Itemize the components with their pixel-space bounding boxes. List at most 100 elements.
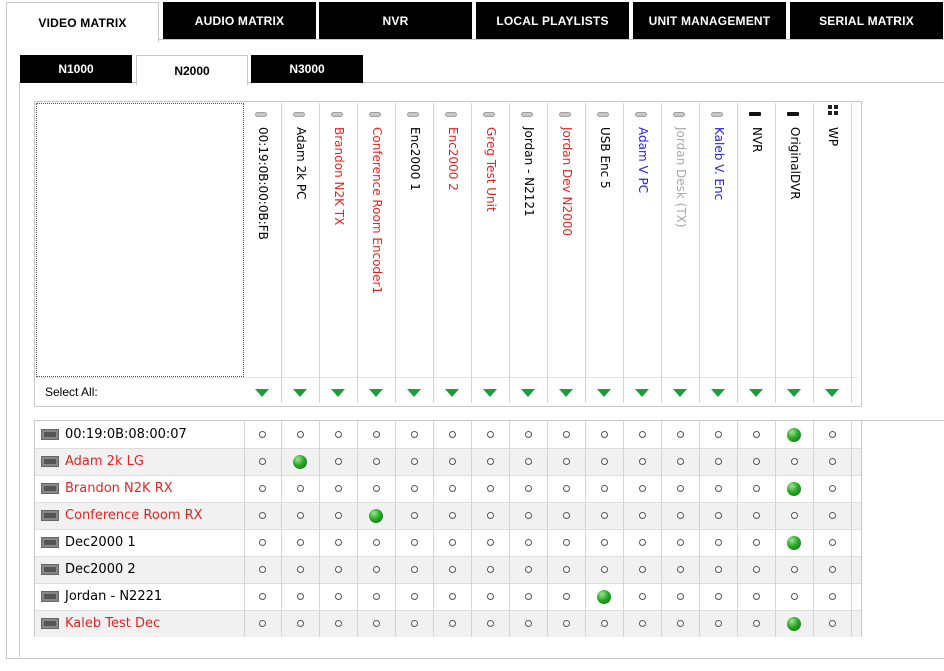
column-label[interactable]: Conference Room Encoder1 xyxy=(369,127,385,294)
matrix-cell[interactable] xyxy=(434,502,472,529)
matrix-cell[interactable] xyxy=(320,475,358,502)
matrix-cell[interactable] xyxy=(738,610,776,637)
matrix-cell[interactable] xyxy=(548,583,586,610)
matrix-cell[interactable] xyxy=(776,583,814,610)
tab-serial-matrix[interactable]: SERIAL MATRIX xyxy=(790,2,943,39)
matrix-cell[interactable] xyxy=(586,610,624,637)
matrix-cell[interactable] xyxy=(662,556,700,583)
matrix-cell[interactable] xyxy=(282,583,320,610)
matrix-cell[interactable] xyxy=(320,448,358,475)
matrix-cell[interactable] xyxy=(700,610,738,637)
tab-nvr[interactable]: NVR xyxy=(319,2,472,39)
column-label[interactable]: NVR xyxy=(749,127,765,153)
matrix-cell[interactable] xyxy=(548,610,586,637)
select-column-arrow-icon[interactable] xyxy=(407,389,421,397)
matrix-cell[interactable] xyxy=(700,502,738,529)
matrix-cell[interactable] xyxy=(358,556,396,583)
matrix-cell[interactable] xyxy=(434,610,472,637)
subtab-n1000[interactable]: N1000 xyxy=(20,55,132,83)
matrix-cell[interactable] xyxy=(738,556,776,583)
matrix-cell[interactable] xyxy=(700,529,738,556)
matrix-cell[interactable] xyxy=(244,502,282,529)
column-label[interactable]: Kaleb V. Enc xyxy=(711,127,727,200)
matrix-cell[interactable] xyxy=(548,475,586,502)
tab-local-playlists[interactable]: LOCAL PLAYLISTS xyxy=(476,2,629,39)
matrix-cell[interactable] xyxy=(662,421,700,448)
subtab-n3000[interactable]: N3000 xyxy=(251,55,363,83)
matrix-cell[interactable] xyxy=(814,421,852,448)
matrix-cell[interactable] xyxy=(358,583,396,610)
row-label[interactable]: Kaleb Test Dec xyxy=(41,610,241,637)
matrix-cell[interactable] xyxy=(624,610,662,637)
matrix-cell[interactable] xyxy=(472,610,510,637)
matrix-cell[interactable] xyxy=(662,475,700,502)
matrix-cell[interactable] xyxy=(320,529,358,556)
matrix-cell[interactable] xyxy=(586,502,624,529)
row-label[interactable]: Jordan - N2221 xyxy=(41,583,241,610)
matrix-cell[interactable] xyxy=(510,448,548,475)
matrix-cell[interactable] xyxy=(662,583,700,610)
matrix-cell[interactable] xyxy=(624,583,662,610)
matrix-cell[interactable] xyxy=(472,529,510,556)
matrix-cell[interactable] xyxy=(814,448,852,475)
column-label[interactable]: USB Enc 5 xyxy=(597,127,613,189)
matrix-cell[interactable] xyxy=(396,502,434,529)
matrix-cell[interactable] xyxy=(586,421,624,448)
matrix-cell[interactable] xyxy=(814,475,852,502)
matrix-cell[interactable] xyxy=(320,583,358,610)
matrix-cell[interactable] xyxy=(738,448,776,475)
column-label[interactable]: Greg Test Unit xyxy=(483,127,499,212)
select-column-arrow-icon[interactable] xyxy=(293,389,307,397)
column-label[interactable]: Enc2000 1 xyxy=(407,127,423,191)
matrix-cell[interactable] xyxy=(320,556,358,583)
matrix-cell[interactable] xyxy=(510,502,548,529)
tab-video-matrix[interactable]: VIDEO MATRIX xyxy=(6,2,159,42)
matrix-cell[interactable] xyxy=(244,529,282,556)
matrix-cell[interactable] xyxy=(358,502,396,529)
column-label[interactable]: Adam 2k PC xyxy=(293,127,309,200)
matrix-cell[interactable] xyxy=(244,583,282,610)
matrix-cell[interactable] xyxy=(434,556,472,583)
select-column-arrow-icon[interactable] xyxy=(445,389,459,397)
matrix-cell[interactable] xyxy=(472,448,510,475)
matrix-cell[interactable] xyxy=(282,475,320,502)
matrix-cell[interactable] xyxy=(396,556,434,583)
matrix-cell[interactable] xyxy=(320,421,358,448)
select-column-arrow-icon[interactable] xyxy=(369,389,383,397)
matrix-cell[interactable] xyxy=(472,556,510,583)
matrix-cell[interactable] xyxy=(776,475,814,502)
column-label[interactable]: 00:19:0B:00:0B:FB xyxy=(255,127,271,240)
select-column-arrow-icon[interactable] xyxy=(255,389,269,397)
matrix-cell[interactable] xyxy=(282,610,320,637)
matrix-cell[interactable] xyxy=(320,610,358,637)
matrix-cell[interactable] xyxy=(244,448,282,475)
row-label[interactable]: Dec2000 2 xyxy=(41,556,241,583)
column-label[interactable]: Adam V PC xyxy=(635,127,651,193)
matrix-cell[interactable] xyxy=(738,475,776,502)
matrix-cell[interactable] xyxy=(662,448,700,475)
matrix-cell[interactable] xyxy=(244,556,282,583)
select-column-arrow-icon[interactable] xyxy=(521,389,535,397)
subtab-n2000[interactable]: N2000 xyxy=(136,55,248,85)
select-column-arrow-icon[interactable] xyxy=(711,389,725,397)
matrix-cell[interactable] xyxy=(548,448,586,475)
matrix-cell[interactable] xyxy=(244,421,282,448)
matrix-cell[interactable] xyxy=(548,421,586,448)
matrix-cell[interactable] xyxy=(738,529,776,556)
matrix-cell[interactable] xyxy=(624,475,662,502)
matrix-cell[interactable] xyxy=(814,610,852,637)
tab-audio-matrix[interactable]: AUDIO MATRIX xyxy=(163,2,316,39)
matrix-cell[interactable] xyxy=(472,475,510,502)
matrix-cell[interactable] xyxy=(472,583,510,610)
matrix-cell[interactable] xyxy=(434,529,472,556)
matrix-cell[interactable] xyxy=(510,556,548,583)
row-label[interactable]: Brandon N2K RX xyxy=(41,475,241,502)
column-label[interactable]: Enc2000 2 xyxy=(445,127,461,191)
matrix-cell[interactable] xyxy=(282,502,320,529)
matrix-cell[interactable] xyxy=(510,529,548,556)
column-label[interactable]: Jordan Dev N2000 xyxy=(559,127,575,236)
matrix-cell[interactable] xyxy=(396,583,434,610)
matrix-cell[interactable] xyxy=(510,583,548,610)
matrix-cell[interactable] xyxy=(776,529,814,556)
matrix-cell[interactable] xyxy=(396,421,434,448)
